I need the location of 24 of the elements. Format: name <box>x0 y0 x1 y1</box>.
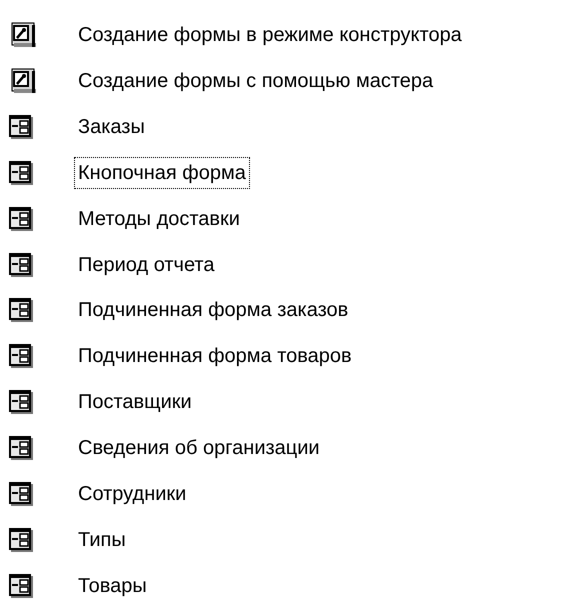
list-item[interactable]: Поставщики <box>74 386 196 418</box>
form-icon <box>8 527 34 554</box>
list-item[interactable]: Подчиненная форма товаров <box>74 340 356 372</box>
form-icon <box>8 297 34 324</box>
list-item[interactable]: Сведения об организации <box>74 432 324 464</box>
list-item[interactable]: Создание формы в режиме конструктора <box>74 18 466 51</box>
form-icon <box>8 389 34 416</box>
list-item[interactable]: Типы <box>74 524 130 556</box>
form-icon <box>8 160 34 186</box>
form-icon <box>8 343 34 370</box>
list-item[interactable]: Товары <box>74 570 151 602</box>
list-item[interactable]: Период отчета <box>74 248 218 281</box>
form-icon <box>8 573 34 600</box>
form-icon <box>8 114 34 140</box>
list-item[interactable]: Сотрудники <box>74 478 190 510</box>
list-item[interactable]: Создание формы с помощью мастера <box>74 64 438 97</box>
form-icon <box>8 435 34 462</box>
form-icon <box>8 206 34 232</box>
form-icon <box>8 481 34 508</box>
list-item[interactable]: Заказы <box>74 110 149 143</box>
list-item[interactable]: Подчиненная форма заказов <box>74 294 352 326</box>
form-icon <box>8 252 34 278</box>
list-item[interactable]: Методы доставки <box>74 202 244 235</box>
list-item[interactable]: Кнопочная форма <box>74 156 250 189</box>
